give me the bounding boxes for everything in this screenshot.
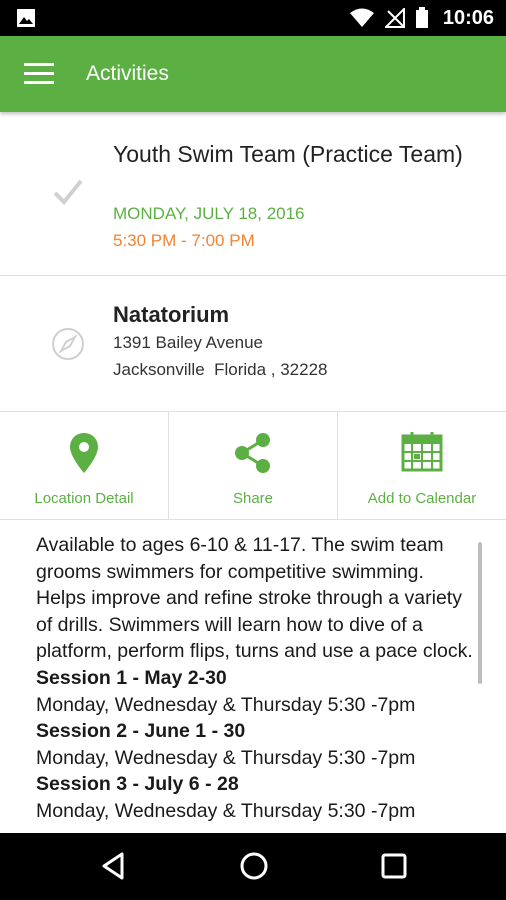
share-icon	[233, 432, 273, 479]
wifi-icon	[349, 8, 375, 28]
location-detail-button[interactable]: Location Detail	[0, 412, 169, 519]
event-name: Youth Swim Team (Practice Team)	[113, 141, 463, 167]
session-title: Session 2 - June 1 - 30	[36, 720, 246, 743]
no-signal-icon	[384, 8, 405, 28]
app-bar: Activities	[0, 36, 506, 112]
checkmark-icon	[52, 178, 84, 211]
status-time: 10:06	[442, 6, 494, 29]
description-scroll-area[interactable]: Available to ages 6-10 & 11-17. The swim…	[0, 520, 506, 833]
system-nav-bar	[0, 833, 506, 900]
session-schedule: Monday, Wednesday & Thursday 5:30 -7pm	[36, 799, 416, 822]
address-line-2: Jacksonville Florida , 32228	[113, 360, 328, 379]
action-row: Location Detail Share Add to Calendar	[0, 412, 506, 520]
event-time: 5:30 PM - 7:00 PM	[113, 231, 255, 250]
image-icon	[16, 8, 36, 28]
back-icon[interactable]	[100, 851, 126, 886]
session-title: Session 1 - May 2-30	[36, 666, 227, 689]
location-detail-label: Location Detail	[34, 490, 134, 507]
recents-icon[interactable]	[380, 851, 408, 886]
session-schedule: Monday, Wednesday & Thursday 5:30 -7pm	[36, 693, 416, 716]
add-to-calendar-button[interactable]: Add to Calendar	[338, 412, 506, 519]
session-schedule: Monday, Wednesday & Thursday 5:30 -7pm	[36, 746, 416, 769]
scrollbar[interactable]	[478, 542, 482, 684]
address-line-1: 1391 Bailey Avenue	[113, 333, 263, 352]
battery-icon	[415, 7, 429, 29]
share-label: Share	[232, 490, 274, 507]
session-title: Session 3 - July 6 - 28	[36, 773, 239, 796]
event-header: Youth Swim Team (Practice Team) MONDAY, …	[0, 112, 506, 276]
location-pin-icon	[69, 432, 99, 479]
location-section: Natatorium 1391 Bailey Avenue Jacksonvil…	[0, 276, 506, 412]
calendar-icon	[401, 432, 443, 477]
description-text: Available to ages 6-10 & 11-17. The swim…	[36, 532, 476, 825]
home-icon[interactable]	[239, 851, 269, 886]
hamburger-menu-icon[interactable]	[24, 63, 56, 85]
page-title: Activities	[86, 62, 169, 85]
add-to-calendar-label: Add to Calendar	[367, 490, 477, 507]
event-date: MONDAY, JULY 18, 2016	[113, 204, 305, 223]
venue-name: Natatorium	[113, 302, 230, 327]
status-bar: 10:06	[0, 0, 506, 36]
activity-detail-screen: 10:06 Activities Youth Swim Team (Practi…	[0, 0, 506, 900]
compass-icon	[51, 327, 85, 366]
share-button[interactable]: Share	[169, 412, 338, 519]
description-intro: Available to ages 6-10 & 11-17. The swim…	[36, 534, 473, 663]
